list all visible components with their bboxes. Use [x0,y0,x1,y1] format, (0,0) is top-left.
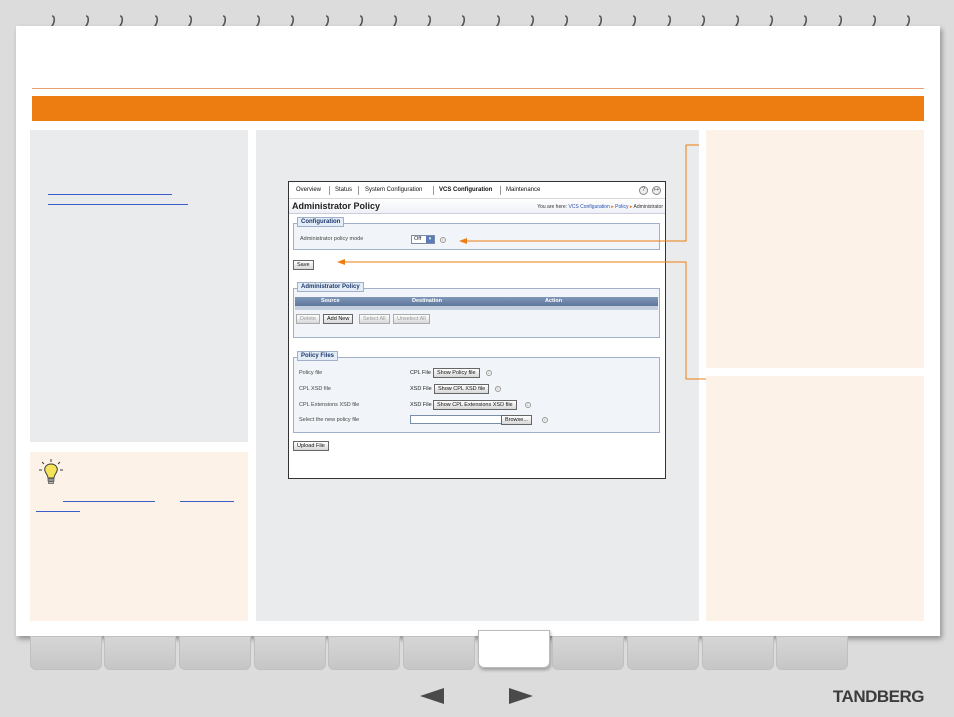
policy-table-body [295,306,658,310]
lightbulb-icon [39,459,63,484]
right-note-panel-bottom [706,376,924,621]
bottom-tab-5[interactable] [328,636,400,670]
text-link-underline[interactable] [48,194,172,195]
column-source[interactable]: Source [321,298,340,304]
header-divider [32,88,924,89]
next-page-arrow-icon[interactable] [509,688,533,704]
upload-file-button[interactable]: Upload File [293,441,329,451]
cpl-xsd-file-label: CPL XSD file [299,386,331,392]
section-title-bar [32,96,924,121]
tip-link-underline[interactable] [63,501,155,502]
breadcrumb: You are here: VCS Configuration ▸ Policy… [537,204,663,210]
breadcrumb-vcs-configuration[interactable]: VCS Configuration [568,204,609,210]
breadcrumb-policy[interactable]: Policy [615,204,628,210]
bottom-tab-9[interactable] [627,636,699,670]
column-destination[interactable]: Destination [412,298,442,304]
logout-icon[interactable]: ↦ [652,186,661,195]
top-navigation-bar: Overview Status System Configuration VCS… [289,182,665,199]
policy-file-label: Policy file [299,370,323,376]
right-note-panel-top [706,130,924,368]
policy-file-type: CPL File [410,370,431,376]
breadcrumb-arrow-icon: ▸ [611,204,614,210]
policy-mode-label: Administrator policy mode [300,236,364,242]
administrator-policy-section-label: Administrator Policy [297,282,364,292]
nav-vcs-configuration[interactable]: VCS Configuration [439,187,492,193]
bottom-tab-1[interactable] [30,636,102,670]
info-icon[interactable]: i [495,386,501,392]
select-all-button[interactable]: Select All [359,314,390,324]
bottom-tab-8[interactable] [552,636,624,670]
bottom-tab-6[interactable] [403,636,475,670]
bottom-tab-3[interactable] [179,636,251,670]
configuration-section-label: Configuration [297,217,345,227]
chevron-down-icon: ▾ [426,236,434,243]
add-new-button[interactable]: Add New [323,314,354,324]
nav-separator [329,186,330,195]
previous-page-arrow-icon[interactable] [420,688,444,704]
policy-table-header: Source Destination Action [295,297,658,306]
bottom-tab-10[interactable] [702,636,774,670]
nav-overview[interactable]: Overview [296,187,321,193]
policy-files-section-label: Policy Files [297,351,339,361]
left-info-panel [30,130,248,442]
configuration-section: Configuration Administrator policy mode [293,217,660,250]
tandberg-logo: TANDBERG [832,687,925,706]
unselect-all-button[interactable]: Unselect All [393,314,430,324]
admin-policy-screenshot: Overview Status System Configuration VCS… [288,181,666,479]
info-icon[interactable]: i [440,237,446,243]
policy-mode-value: Off [414,236,422,242]
tip-link-underline[interactable] [180,501,234,502]
info-icon[interactable]: i [525,402,531,408]
nav-system-configuration[interactable]: System Configuration [365,187,422,193]
nav-separator [358,186,359,195]
page-title-bar: Administrator Policy You are here: VCS C… [289,199,665,214]
bottom-tab-7-active[interactable] [478,630,550,668]
show-policy-file-button[interactable]: Show Policy file [433,368,480,378]
nav-separator [500,186,501,195]
select-policy-file-label: Select the new policy file [299,417,360,423]
show-cpl-xsd-file-button[interactable]: Show CPL XSD file [434,384,490,394]
cpl-xsd-file-type: XSD File [410,386,432,392]
bottom-tab-2[interactable] [104,636,176,670]
show-cpl-extensions-xsd-file-button[interactable]: Show CPL Extensions XSD file [433,400,517,410]
cpl-extensions-xsd-file-label: CPL Extensions XSD file [299,402,360,408]
cpl-extensions-xsd-file-type: XSD File [410,402,432,408]
breadcrumb-prefix: You are here: [537,204,568,210]
nav-maintenance[interactable]: Maintenance [506,187,540,193]
bottom-tab-4[interactable] [254,636,326,670]
text-link-underline[interactable] [48,204,188,205]
page-title: Administrator Policy [292,201,381,211]
tip-panel [30,452,248,621]
info-icon[interactable]: i [542,417,548,423]
nav-separator [433,186,434,195]
breadcrumb-current: Administrator [633,204,663,210]
administrator-policy-section: Administrator Policy [293,282,660,338]
bottom-tab-11[interactable] [776,636,848,670]
column-action[interactable]: Action [545,298,562,304]
policy-file-input[interactable] [410,415,502,424]
delete-button[interactable]: Delete [296,314,320,324]
browse-button[interactable]: Browse... [501,415,532,425]
breadcrumb-arrow-icon: ▸ [629,204,633,210]
nav-status[interactable]: Status [335,187,352,193]
tip-link-underline[interactable] [36,511,80,512]
help-icon[interactable]: ? [639,186,648,195]
policy-mode-select[interactable]: Off ▾ [411,235,435,244]
save-button[interactable]: Save [293,260,314,270]
info-icon[interactable]: i [486,370,492,376]
